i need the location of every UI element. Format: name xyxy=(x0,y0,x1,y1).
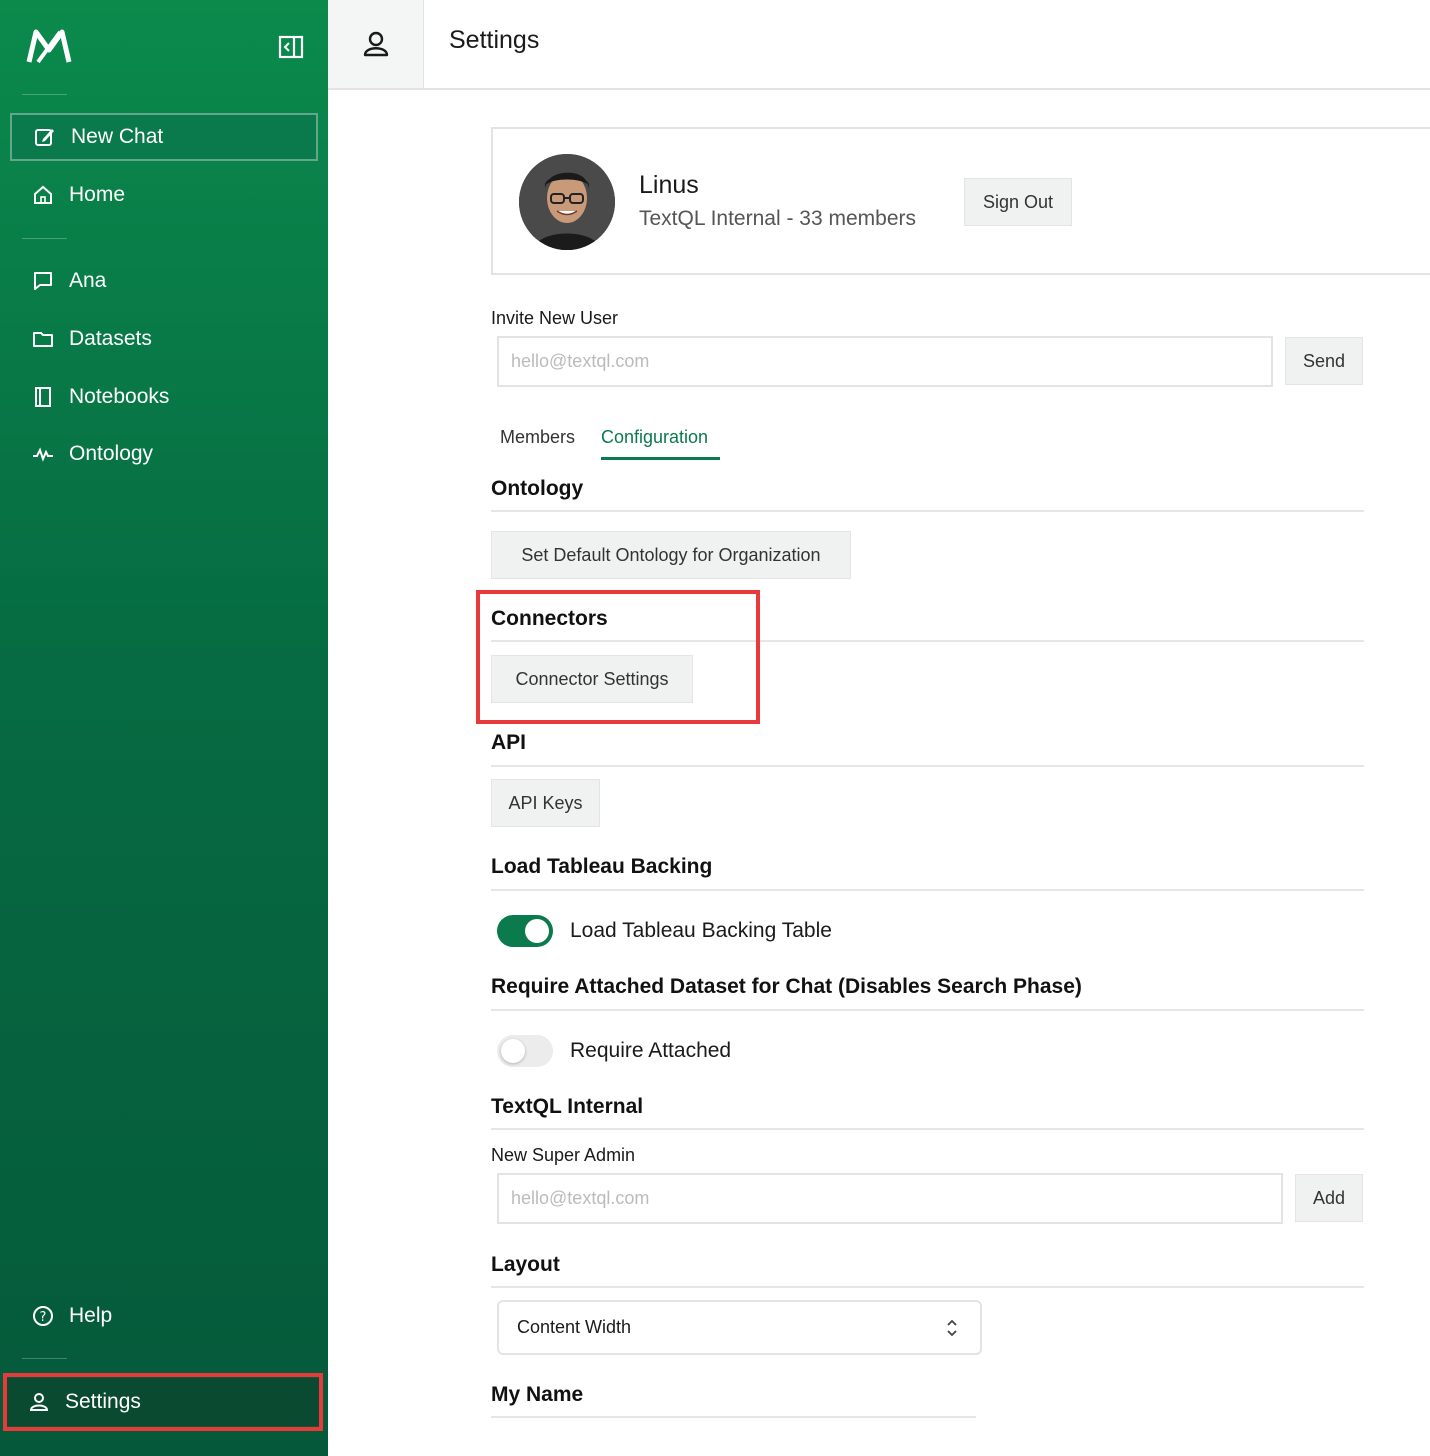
profile-card: Linus TextQL Internal - 33 members Sign … xyxy=(491,127,1430,275)
set-default-ontology-button[interactable]: Set Default Ontology for Organization xyxy=(491,531,851,579)
section-layout-title: Layout xyxy=(491,1253,560,1276)
sidebar: New Chat Home Ana Datasets Notebooks Ont… xyxy=(0,0,328,1456)
super-admin-label: New Super Admin xyxy=(491,1145,636,1165)
section-divider xyxy=(491,1009,1364,1011)
section-require-title: Require Attached Dataset for Chat (Disab… xyxy=(491,975,1082,998)
tab-configuration[interactable]: Configuration xyxy=(601,427,708,448)
section-connectors-title: Connectors xyxy=(491,607,608,630)
section-divider xyxy=(491,640,1364,642)
sign-out-button[interactable]: Sign Out xyxy=(964,178,1072,226)
user-icon xyxy=(363,31,388,57)
sidebar-item-label: Datasets xyxy=(69,327,152,350)
org-info: TextQL Internal - 33 members xyxy=(639,207,916,230)
sidebar-item-ontology[interactable]: Ontology xyxy=(10,430,318,478)
section-api-title: API xyxy=(491,731,527,754)
api-keys-button[interactable]: API Keys xyxy=(491,779,600,827)
super-admin-input[interactable]: hello@textql.com xyxy=(497,1173,1283,1224)
sidebar-item-label: Ontology xyxy=(69,442,154,465)
help-icon: ? xyxy=(32,1305,54,1327)
user-tab[interactable] xyxy=(328,0,424,88)
require-attached-label: Require Attached xyxy=(570,1039,732,1062)
layout-select[interactable]: Content Width xyxy=(497,1300,982,1355)
section-internal-title: TextQL Internal xyxy=(491,1095,644,1118)
svg-text:?: ? xyxy=(40,1310,47,1325)
sidebar-item-label: Notebooks xyxy=(69,385,170,408)
sidebar-divider xyxy=(22,94,67,95)
tableau-toggle-label: Load Tableau Backing Table xyxy=(570,919,832,942)
sidebar-divider xyxy=(22,238,67,239)
sidebar-item-ana[interactable]: Ana xyxy=(10,257,318,305)
textql-logo[interactable] xyxy=(26,28,72,66)
new-chat-button[interactable]: New Chat xyxy=(10,113,318,161)
add-super-admin-button[interactable]: Add xyxy=(1295,1174,1363,1222)
folder-icon xyxy=(32,328,54,350)
active-tab-underline xyxy=(601,457,720,460)
chat-icon xyxy=(32,270,54,292)
toggle-knob xyxy=(501,1039,525,1063)
collapse-sidebar-icon[interactable] xyxy=(278,35,304,59)
connector-settings-button[interactable]: Connector Settings xyxy=(491,655,693,703)
section-divider xyxy=(491,765,1364,767)
tableau-toggle[interactable] xyxy=(497,915,553,947)
user-name: Linus xyxy=(639,171,699,199)
page-title: Settings xyxy=(449,26,540,54)
tab-members[interactable]: Members xyxy=(500,427,575,448)
section-divider xyxy=(491,1286,1364,1288)
sidebar-item-label: Home xyxy=(69,183,126,206)
sidebar-item-notebooks[interactable]: Notebooks xyxy=(10,373,318,421)
top-bar: Settings xyxy=(328,0,1430,90)
user-icon xyxy=(28,1391,50,1413)
home-icon xyxy=(32,184,54,206)
section-divider xyxy=(491,1128,1364,1130)
toggle-knob xyxy=(525,919,549,943)
invite-label: Invite New User xyxy=(491,308,619,328)
section-my-name-title: My Name xyxy=(491,1383,584,1406)
section-divider xyxy=(491,510,1364,512)
sidebar-item-home[interactable]: Home xyxy=(10,171,318,219)
sidebar-divider xyxy=(22,1358,67,1359)
notebook-icon xyxy=(32,386,54,408)
sidebar-item-settings[interactable]: Settings xyxy=(6,1378,320,1426)
require-attached-toggle[interactable] xyxy=(497,1035,553,1067)
chevron-up-down-icon xyxy=(947,1319,957,1337)
ontology-icon xyxy=(32,443,54,465)
avatar xyxy=(519,154,615,250)
new-chat-label: New Chat xyxy=(71,125,164,148)
send-invite-button[interactable]: Send xyxy=(1285,337,1363,385)
sidebar-item-help[interactable]: ? Help xyxy=(10,1292,318,1340)
invite-email-input[interactable]: hello@textql.com xyxy=(497,336,1273,387)
section-divider xyxy=(491,1416,976,1418)
section-ontology-title: Ontology xyxy=(491,477,584,500)
sidebar-item-datasets[interactable]: Datasets xyxy=(10,315,318,363)
sidebar-item-label: Help xyxy=(69,1304,113,1327)
edit-icon xyxy=(34,126,56,148)
layout-selected-value: Content Width xyxy=(517,1317,632,1337)
sidebar-item-label: Ana xyxy=(69,269,107,292)
section-tableau-title: Load Tableau Backing xyxy=(491,855,713,878)
sidebar-item-label: Settings xyxy=(65,1390,141,1413)
section-divider xyxy=(491,889,1364,891)
